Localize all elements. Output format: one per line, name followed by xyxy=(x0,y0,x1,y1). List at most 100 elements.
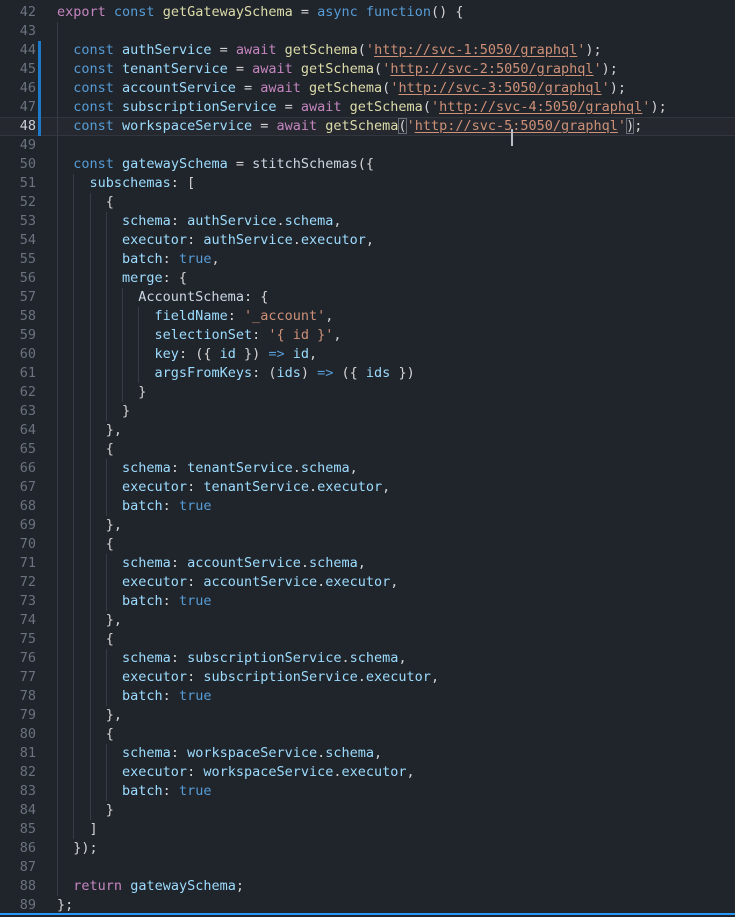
code-line[interactable]: 72 executor: accountService.executor, xyxy=(0,573,735,592)
code-line-text[interactable]: executor: workspaceService.executor, xyxy=(41,763,735,782)
code-line[interactable]: 76 schema: subscriptionService.schema, xyxy=(0,649,735,668)
code-line[interactable]: 80 { xyxy=(0,725,735,744)
line-number[interactable]: 76 xyxy=(0,649,36,668)
line-number[interactable]: 44 xyxy=(0,41,36,60)
code-line-text[interactable]: } xyxy=(41,383,735,402)
code-line[interactable]: 42export const getGatewaySchema = async … xyxy=(0,3,735,22)
line-number[interactable]: 81 xyxy=(0,744,36,763)
code-line[interactable]: 48 const workspaceService = await getSch… xyxy=(0,117,735,136)
line-number[interactable]: 74 xyxy=(0,611,36,630)
line-number[interactable]: 83 xyxy=(0,782,36,801)
code-line[interactable]: 52 { xyxy=(0,193,735,212)
line-number[interactable]: 56 xyxy=(0,269,36,288)
code-line[interactable]: 56 merge: { xyxy=(0,269,735,288)
line-number[interactable]: 47 xyxy=(0,98,36,117)
code-line[interactable]: 50 const gatewaySchema = stitchSchemas({ xyxy=(0,155,735,174)
code-line-text[interactable]: selectionSet: '{ id }', xyxy=(41,326,735,345)
code-line[interactable]: 60 key: ({ id }) => id, xyxy=(0,345,735,364)
code-line-text[interactable]: } xyxy=(41,402,735,421)
code-line-text[interactable]: const subscriptionService = await getSch… xyxy=(41,98,735,117)
code-line[interactable]: 54 executor: authService.executor, xyxy=(0,231,735,250)
code-line[interactable]: 57 AccountSchema: { xyxy=(0,288,735,307)
code-line-text[interactable]: schema: accountService.schema, xyxy=(41,554,735,573)
line-number[interactable]: 72 xyxy=(0,573,36,592)
code-line-text[interactable]: { xyxy=(41,630,735,649)
code-line-text[interactable]: }, xyxy=(41,706,735,725)
code-line[interactable]: 64 }, xyxy=(0,421,735,440)
line-number[interactable]: 68 xyxy=(0,497,36,516)
code-line-text[interactable]: }, xyxy=(41,421,735,440)
line-number[interactable]: 88 xyxy=(0,877,36,896)
code-line-text[interactable]: batch: true xyxy=(41,782,735,801)
line-number[interactable]: 78 xyxy=(0,687,36,706)
code-line[interactable]: 65 { xyxy=(0,440,735,459)
line-number[interactable]: 43 xyxy=(0,22,36,41)
code-line-text[interactable] xyxy=(41,858,735,877)
code-line[interactable]: 71 schema: accountService.schema, xyxy=(0,554,735,573)
code-line[interactable]: 67 executor: tenantService.executor, xyxy=(0,478,735,497)
code-line-text[interactable]: const workspaceService = await getSchema… xyxy=(41,117,735,136)
line-number[interactable]: 71 xyxy=(0,554,36,573)
line-number[interactable]: 66 xyxy=(0,459,36,478)
code-line[interactable]: 88 return gatewaySchema; xyxy=(0,877,735,896)
code-line[interactable]: 45 const tenantService = await getSchema… xyxy=(0,60,735,79)
code-line-text[interactable]: schema: authService.schema, xyxy=(41,212,735,231)
code-line[interactable]: 79 }, xyxy=(0,706,735,725)
line-number[interactable]: 55 xyxy=(0,250,36,269)
code-line-text[interactable]: { xyxy=(41,193,735,212)
code-line[interactable]: 47 const subscriptionService = await get… xyxy=(0,98,735,117)
code-line-text[interactable]: batch: true, xyxy=(41,250,735,269)
code-line-text[interactable]: key: ({ id }) => id, xyxy=(41,345,735,364)
line-number[interactable]: 63 xyxy=(0,402,36,421)
code-line-text[interactable]: }); xyxy=(41,839,735,858)
code-line[interactable]: 83 batch: true xyxy=(0,782,735,801)
code-line[interactable]: 46 const accountService = await getSchem… xyxy=(0,79,735,98)
line-number[interactable]: 87 xyxy=(0,858,36,877)
code-line-text[interactable]: const gatewaySchema = stitchSchemas({ xyxy=(41,155,735,174)
code-line-text[interactable]: return gatewaySchema; xyxy=(41,877,735,896)
code-line[interactable]: 58 fieldName: '_account', xyxy=(0,307,735,326)
line-number[interactable]: 45 xyxy=(0,60,36,79)
line-number[interactable]: 57 xyxy=(0,288,36,307)
code-line[interactable]: 69 }, xyxy=(0,516,735,535)
line-number[interactable]: 53 xyxy=(0,212,36,231)
code-line[interactable]: 77 executor: subscriptionService.executo… xyxy=(0,668,735,687)
line-number[interactable]: 42 xyxy=(0,3,36,22)
code-line[interactable]: 75 { xyxy=(0,630,735,649)
code-line[interactable]: 44 const authService = await getSchema('… xyxy=(0,41,735,60)
line-number[interactable]: 67 xyxy=(0,478,36,497)
code-line-text[interactable] xyxy=(41,22,735,41)
line-number[interactable]: 60 xyxy=(0,345,36,364)
code-line[interactable]: 82 executor: workspaceService.executor, xyxy=(0,763,735,782)
code-line-text[interactable]: executor: accountService.executor, xyxy=(41,573,735,592)
code-line-text[interactable]: schema: workspaceService.schema, xyxy=(41,744,735,763)
line-number[interactable]: 49 xyxy=(0,136,36,155)
code-line[interactable]: 63 } xyxy=(0,402,735,421)
code-line[interactable]: 84 } xyxy=(0,801,735,820)
code-line[interactable]: 87 xyxy=(0,858,735,877)
code-line-text[interactable]: fieldName: '_account', xyxy=(41,307,735,326)
code-line-text[interactable]: const tenantService = await getSchema('h… xyxy=(41,60,735,79)
line-number[interactable]: 65 xyxy=(0,440,36,459)
line-number[interactable]: 48 xyxy=(0,117,36,136)
code-line-text[interactable]: batch: true xyxy=(41,592,735,611)
code-line-text[interactable]: }, xyxy=(41,611,735,630)
code-line[interactable]: 86 }); xyxy=(0,839,735,858)
code-line[interactable]: 51 subschemas: [ xyxy=(0,174,735,193)
line-number[interactable]: 79 xyxy=(0,706,36,725)
line-number[interactable]: 59 xyxy=(0,326,36,345)
code-line-text[interactable]: const authService = await getSchema('htt… xyxy=(41,41,735,60)
code-line-text[interactable]: const accountService = await getSchema('… xyxy=(41,79,735,98)
code-line[interactable]: 78 batch: true xyxy=(0,687,735,706)
code-area[interactable]: 42export const getGatewaySchema = async … xyxy=(0,3,735,915)
code-editor[interactable]: 42export const getGatewaySchema = async … xyxy=(0,0,735,915)
code-line-text[interactable]: batch: true xyxy=(41,687,735,706)
line-number[interactable]: 86 xyxy=(0,839,36,858)
code-line-text[interactable]: executor: tenantService.executor, xyxy=(41,478,735,497)
code-line[interactable]: 73 batch: true xyxy=(0,592,735,611)
code-line-text[interactable]: { xyxy=(41,440,735,459)
code-line[interactable]: 55 batch: true, xyxy=(0,250,735,269)
line-number[interactable]: 50 xyxy=(0,155,36,174)
code-line-text[interactable] xyxy=(41,136,735,155)
code-line-text[interactable]: merge: { xyxy=(41,269,735,288)
